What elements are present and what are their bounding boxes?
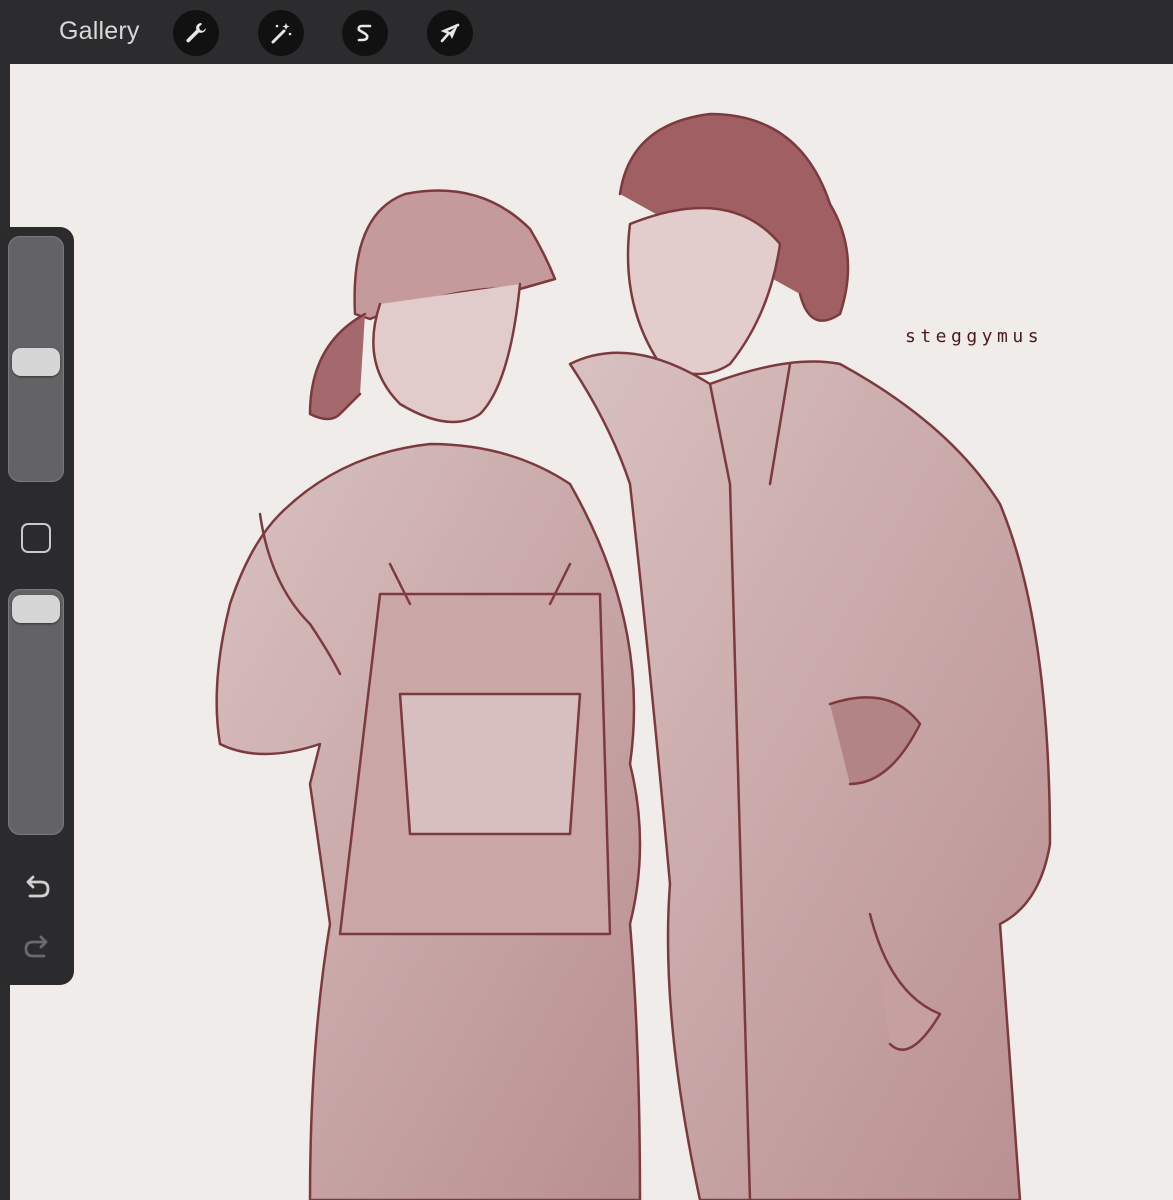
adjustments-button[interactable]: [258, 10, 304, 56]
undo-button[interactable]: [20, 870, 54, 904]
side-toolbar: [0, 227, 74, 985]
artist-signature: steggymus: [905, 326, 1044, 347]
sketch-artwork: [215, 112, 1052, 1200]
selection-s-icon: [357, 24, 372, 42]
gallery-button[interactable]: Gallery: [59, 17, 140, 46]
transform-button[interactable]: [427, 10, 473, 56]
actions-button[interactable]: [173, 10, 219, 56]
opacity-slider[interactable]: [8, 589, 64, 835]
brush-size-thumb[interactable]: [12, 348, 60, 376]
modifier-button[interactable]: [21, 523, 51, 553]
brush-size-slider[interactable]: [8, 236, 64, 482]
selection-button[interactable]: [342, 10, 388, 56]
undo-icon: [26, 875, 50, 898]
drawing-canvas[interactable]: steggymus: [10, 64, 1173, 1200]
redo-icon: [24, 935, 48, 958]
redo-button[interactable]: [20, 930, 54, 964]
magic-wand-icon: [271, 23, 292, 44]
wrench-icon: [186, 23, 206, 43]
top-toolbar: Gallery: [0, 0, 1173, 64]
opacity-thumb[interactable]: [12, 595, 60, 623]
arrow-cursor-icon: [440, 23, 460, 43]
